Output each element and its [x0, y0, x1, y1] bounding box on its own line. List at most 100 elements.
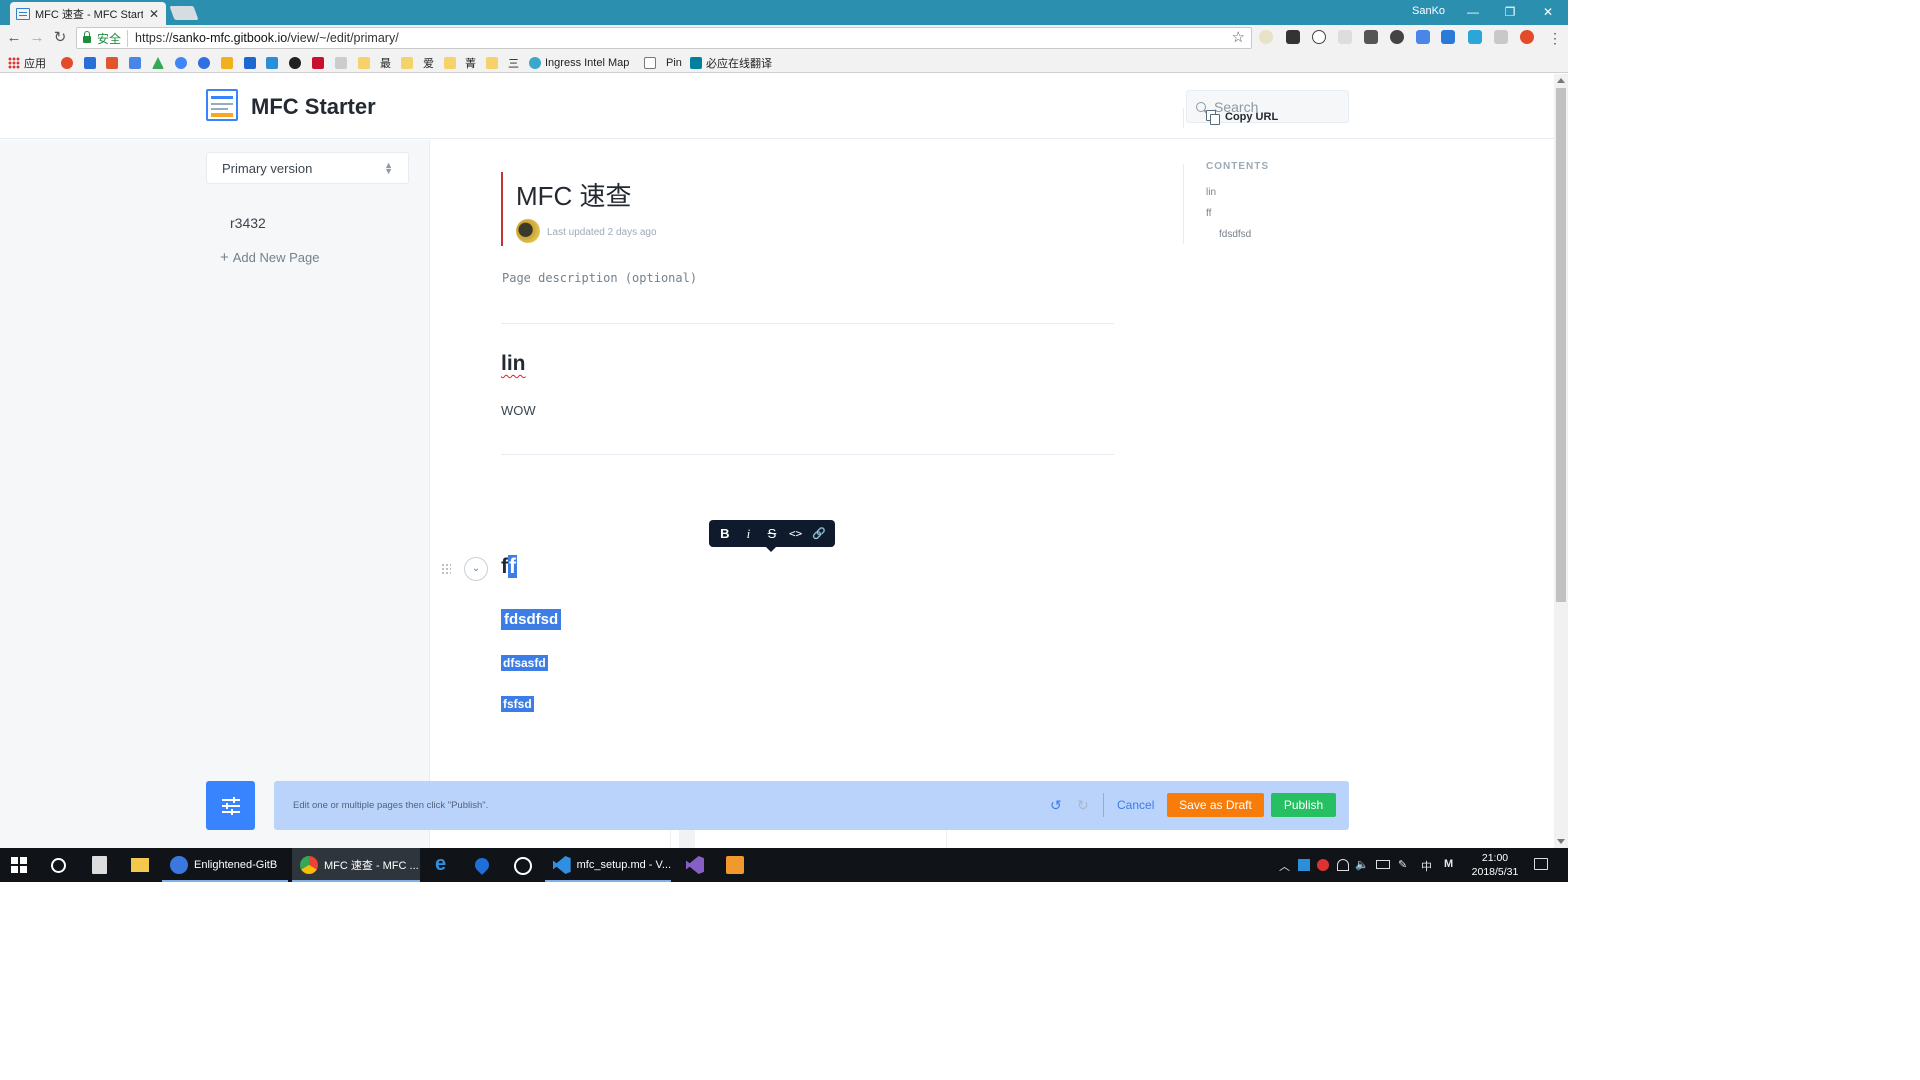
bookmark-item[interactable]	[129, 55, 141, 71]
wifi-icon[interactable]	[1337, 859, 1349, 871]
tray-app-icon[interactable]	[1298, 859, 1310, 871]
settings-sliders-button[interactable]	[206, 781, 255, 830]
bookmark-pin[interactable]: Pin	[644, 55, 682, 71]
reload-button[interactable]: ↻	[50, 28, 70, 48]
bookmark-item[interactable]	[175, 55, 187, 71]
bookmark-item[interactable]	[152, 55, 164, 71]
bookmark-folder[interactable]	[401, 55, 413, 71]
maps-icon[interactable]	[472, 855, 492, 875]
sidebar-item-r3432[interactable]: r3432	[230, 215, 266, 231]
tray-app-icon[interactable]	[1317, 859, 1329, 871]
heading-ff[interactable]: ff	[501, 553, 517, 581]
selected-paragraph[interactable]: fsfsd	[501, 696, 534, 712]
extension-icon[interactable]	[1520, 30, 1534, 44]
bookmark-folder[interactable]	[444, 55, 456, 71]
cortana-icon[interactable]	[51, 858, 66, 873]
visual-studio-icon[interactable]	[686, 856, 704, 874]
toc-item-ff[interactable]: ff	[1206, 208, 1211, 219]
bookmark-item[interactable]	[289, 55, 301, 71]
bookmark-item[interactable]	[221, 55, 233, 71]
add-new-page-button[interactable]: + Add New Page	[220, 249, 320, 266]
toc-item-lin[interactable]: lin	[1206, 187, 1216, 198]
selected-paragraph[interactable]: dfsasfd	[501, 655, 548, 671]
bookmark-item[interactable]	[84, 55, 96, 71]
extension-icon[interactable]	[1468, 30, 1482, 44]
bookmark-folder[interactable]	[486, 55, 498, 71]
extension-icon[interactable]	[1441, 30, 1455, 44]
bookmark-item[interactable]	[244, 55, 256, 71]
link-icon[interactable]: 🔗	[808, 523, 830, 545]
back-button[interactable]: ←	[4, 28, 24, 48]
bookmark-star-icon[interactable]: ☆	[1232, 28, 1245, 46]
page-scrollbar[interactable]	[1554, 74, 1568, 848]
battery-icon[interactable]	[1376, 860, 1390, 869]
browser-tab-active[interactable]: MFC 速查 - MFC Starter ✕	[10, 2, 166, 25]
toc-item-fdsdfsd[interactable]: fdsdfsd	[1219, 229, 1251, 240]
ime-mode[interactable]: M	[1444, 858, 1453, 870]
menu-icon[interactable]: ⋮	[1545, 28, 1565, 48]
copy-url-button[interactable]: Copy URL	[1206, 110, 1278, 125]
version-select[interactable]: Primary version ▲ ▼	[206, 152, 409, 184]
taskbar-item-vscode[interactable]: mfc_setup.md - V...	[545, 848, 671, 882]
bookmark-apps[interactable]: 应用	[8, 55, 46, 71]
site-title[interactable]: MFC Starter	[251, 94, 376, 120]
bookmark-item[interactable]	[335, 55, 347, 71]
volume-icon[interactable]: 🔈	[1355, 858, 1369, 871]
undo-icon[interactable]: ↺	[1050, 797, 1062, 814]
action-center-icon[interactable]	[1534, 858, 1548, 870]
scroll-down-icon[interactable]	[1557, 839, 1565, 844]
bookmark-item[interactable]	[266, 55, 278, 71]
bookmark-item[interactable]: 菁	[465, 55, 476, 71]
show-hidden-icons-icon[interactable]: ︿	[1279, 858, 1290, 874]
translate-extension-icon[interactable]	[1416, 30, 1430, 44]
bookmark-item[interactable]	[106, 55, 118, 71]
new-tab-button[interactable]	[169, 6, 199, 20]
page-title[interactable]: MFC 速查	[516, 176, 632, 213]
minimize-button[interactable]: —	[1463, 3, 1483, 21]
windows-start-icon[interactable]	[11, 857, 27, 873]
close-window-button[interactable]: ✕	[1538, 3, 1558, 21]
bookmark-ingress[interactable]: Ingress Intel Map	[529, 55, 629, 71]
extension-icon[interactable]	[1312, 30, 1326, 44]
url-text[interactable]: https://sanko-mfc.gitbook.io/view/~/edit…	[135, 31, 399, 45]
extension-icon[interactable]	[1390, 30, 1404, 44]
space-logo-icon[interactable]	[206, 89, 238, 121]
bookmark-item[interactable]: 三	[508, 55, 519, 71]
sublime-text-icon[interactable]	[726, 856, 744, 874]
bookmark-item[interactable]	[198, 55, 210, 71]
redo-icon[interactable]: ↻	[1077, 797, 1089, 814]
extension-icon[interactable]	[1259, 30, 1273, 44]
extension-icon[interactable]	[1364, 30, 1378, 44]
bookmark-translate[interactable]: 必应在线翻译	[690, 55, 772, 71]
bookmark-item[interactable]: 爱	[423, 55, 434, 71]
taskbar-item-gitbook[interactable]: Enlightened-GitB	[162, 848, 288, 882]
bold-button[interactable]: B	[714, 523, 736, 545]
code-button[interactable]: <>	[785, 523, 807, 545]
extension-icon[interactable]	[1494, 30, 1508, 44]
bookmark-item[interactable]	[312, 55, 324, 71]
bookmark-folder[interactable]	[358, 55, 370, 71]
address-bar[interactable]: 安全 https://sanko-mfc.gitbook.io/view/~/e…	[76, 27, 1252, 49]
bookmark-item[interactable]: 最	[380, 55, 391, 71]
scroll-thumb[interactable]	[1556, 88, 1566, 602]
save-as-draft-button[interactable]: Save as Draft	[1167, 793, 1264, 817]
heading-lin[interactable]: lin	[501, 352, 526, 376]
bookmark-item[interactable]	[61, 55, 73, 71]
selected-heading[interactable]: fdsdfsd	[501, 609, 562, 630]
forward-button[interactable]: →	[27, 28, 47, 48]
calculator-icon[interactable]	[92, 856, 107, 874]
extension-icon[interactable]	[1286, 30, 1300, 44]
italic-button[interactable]: i	[737, 523, 759, 545]
page-description-field[interactable]: Page description (optional)	[502, 271, 697, 285]
paragraph[interactable]: WOW	[501, 403, 536, 418]
chevron-down-icon[interactable]: ⌄	[464, 557, 488, 581]
extension-icon[interactable]	[1338, 30, 1352, 44]
tab-close-icon[interactable]: ✕	[148, 7, 160, 21]
drag-handle-icon[interactable]	[441, 563, 451, 575]
publish-button[interactable]: Publish	[1271, 793, 1336, 817]
maximize-button[interactable]: ❐	[1500, 3, 1520, 21]
profile-name[interactable]: SanKo	[1412, 5, 1445, 17]
pen-icon[interactable]: ✎	[1398, 858, 1407, 871]
file-explorer-icon[interactable]	[131, 858, 149, 872]
scroll-up-icon[interactable]	[1557, 78, 1565, 83]
